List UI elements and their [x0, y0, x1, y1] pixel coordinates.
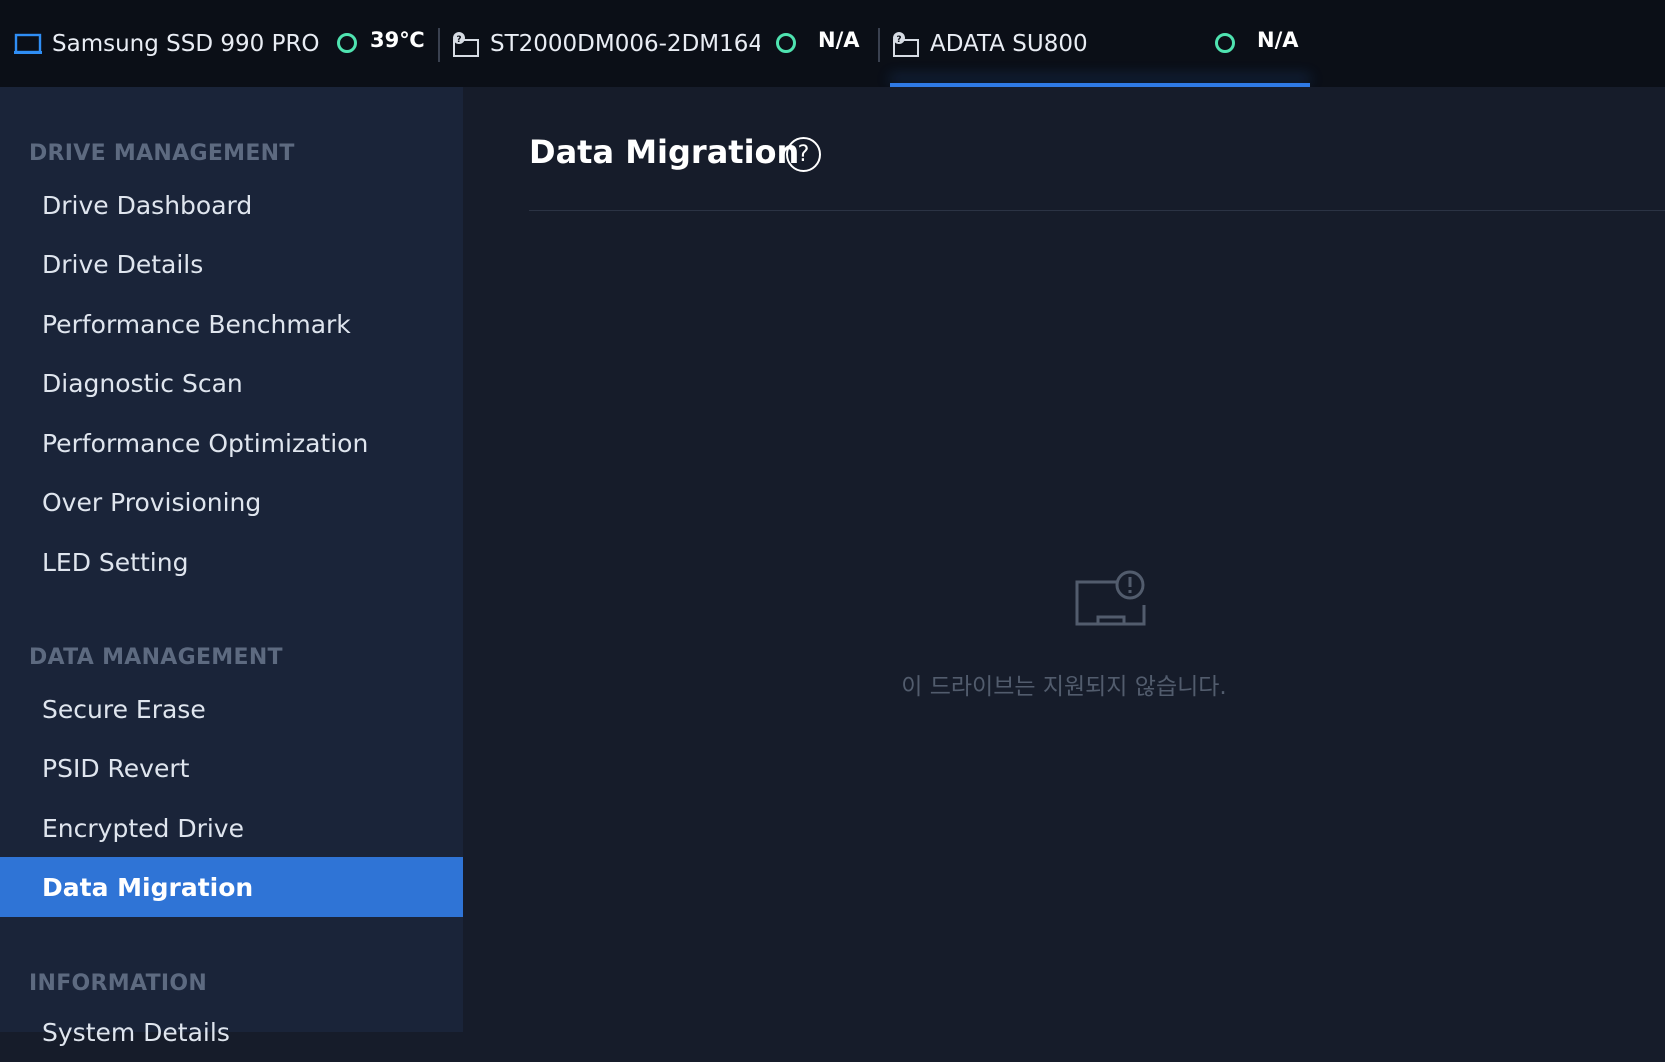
sidebar-item-drive-details[interactable]: Drive Details	[0, 234, 463, 294]
sidebar-item-performance-optimization[interactable]: Performance Optimization	[0, 413, 463, 473]
sidebar-item-psid-revert[interactable]: PSID Revert	[0, 738, 463, 798]
monitor-drive-icon	[14, 32, 42, 56]
help-circle-icon[interactable]: ?	[786, 137, 821, 172]
section-title-drive-management: DRIVE MANAGEMENT	[29, 141, 295, 166]
sidebar-item-diagnostic-scan[interactable]: Diagnostic Scan	[0, 353, 463, 413]
drive-name: ADATA SU800	[930, 30, 1088, 57]
drive-warning-icon	[1074, 569, 1149, 629]
section-title-data-management: DATA MANAGEMENT	[29, 645, 283, 670]
drive-tab-bar: Samsung SSD 990 PRO 1 39℃ ? ST2000DM006-…	[0, 0, 1665, 87]
tab-divider	[438, 28, 440, 62]
status-ring-icon	[1215, 33, 1235, 53]
sidebar-item-drive-dashboard[interactable]: Drive Dashboard	[0, 175, 463, 235]
sidebar-item-system-details[interactable]: System Details	[0, 1002, 463, 1062]
sidebar: DRIVE MANAGEMENT Drive Dashboard Drive D…	[0, 87, 463, 1047]
drive-name: ST2000DM006-2DM164	[490, 30, 760, 57]
status-ring-icon	[337, 33, 357, 53]
drive-status: N/A	[818, 28, 860, 52]
sidebar-item-encrypted-drive[interactable]: Encrypted Drive	[0, 798, 463, 858]
svg-text:?: ?	[896, 35, 901, 45]
sidebar-item-secure-erase[interactable]: Secure Erase	[0, 679, 463, 739]
page-title: Data Migration	[529, 133, 800, 171]
main-content: Data Migration ? 이 드라이브는 지원되지 않습니다.	[463, 87, 1665, 1032]
tab-divider	[878, 28, 880, 62]
svg-text:?: ?	[456, 35, 461, 45]
drive-tab-1[interactable]: Samsung SSD 990 PRO 1	[14, 0, 319, 87]
sidebar-item-led-setting[interactable]: LED Setting	[0, 532, 463, 592]
drive-unknown-icon: ?	[452, 31, 480, 57]
unsupported-drive-message: 이 드라이브는 지원되지 않습니다.	[901, 674, 1227, 700]
status-ring-icon	[776, 33, 796, 53]
drive-tab-3[interactable]: ? ADATA SU800	[892, 0, 1192, 87]
sidebar-item-performance-benchmark[interactable]: Performance Benchmark	[0, 294, 463, 354]
sidebar-item-data-migration[interactable]: Data Migration	[0, 857, 463, 917]
title-divider	[529, 210, 1665, 211]
sidebar-item-over-provisioning[interactable]: Over Provisioning	[0, 472, 463, 532]
section-title-information: INFORMATION	[29, 971, 208, 996]
drive-unknown-icon: ?	[892, 31, 920, 57]
drive-tab-2[interactable]: ? ST2000DM006-2DM164	[452, 0, 760, 87]
drive-temperature: 39℃	[370, 28, 425, 52]
drive-name: Samsung SSD 990 PRO 1	[52, 30, 319, 57]
drive-status: N/A	[1257, 28, 1299, 52]
